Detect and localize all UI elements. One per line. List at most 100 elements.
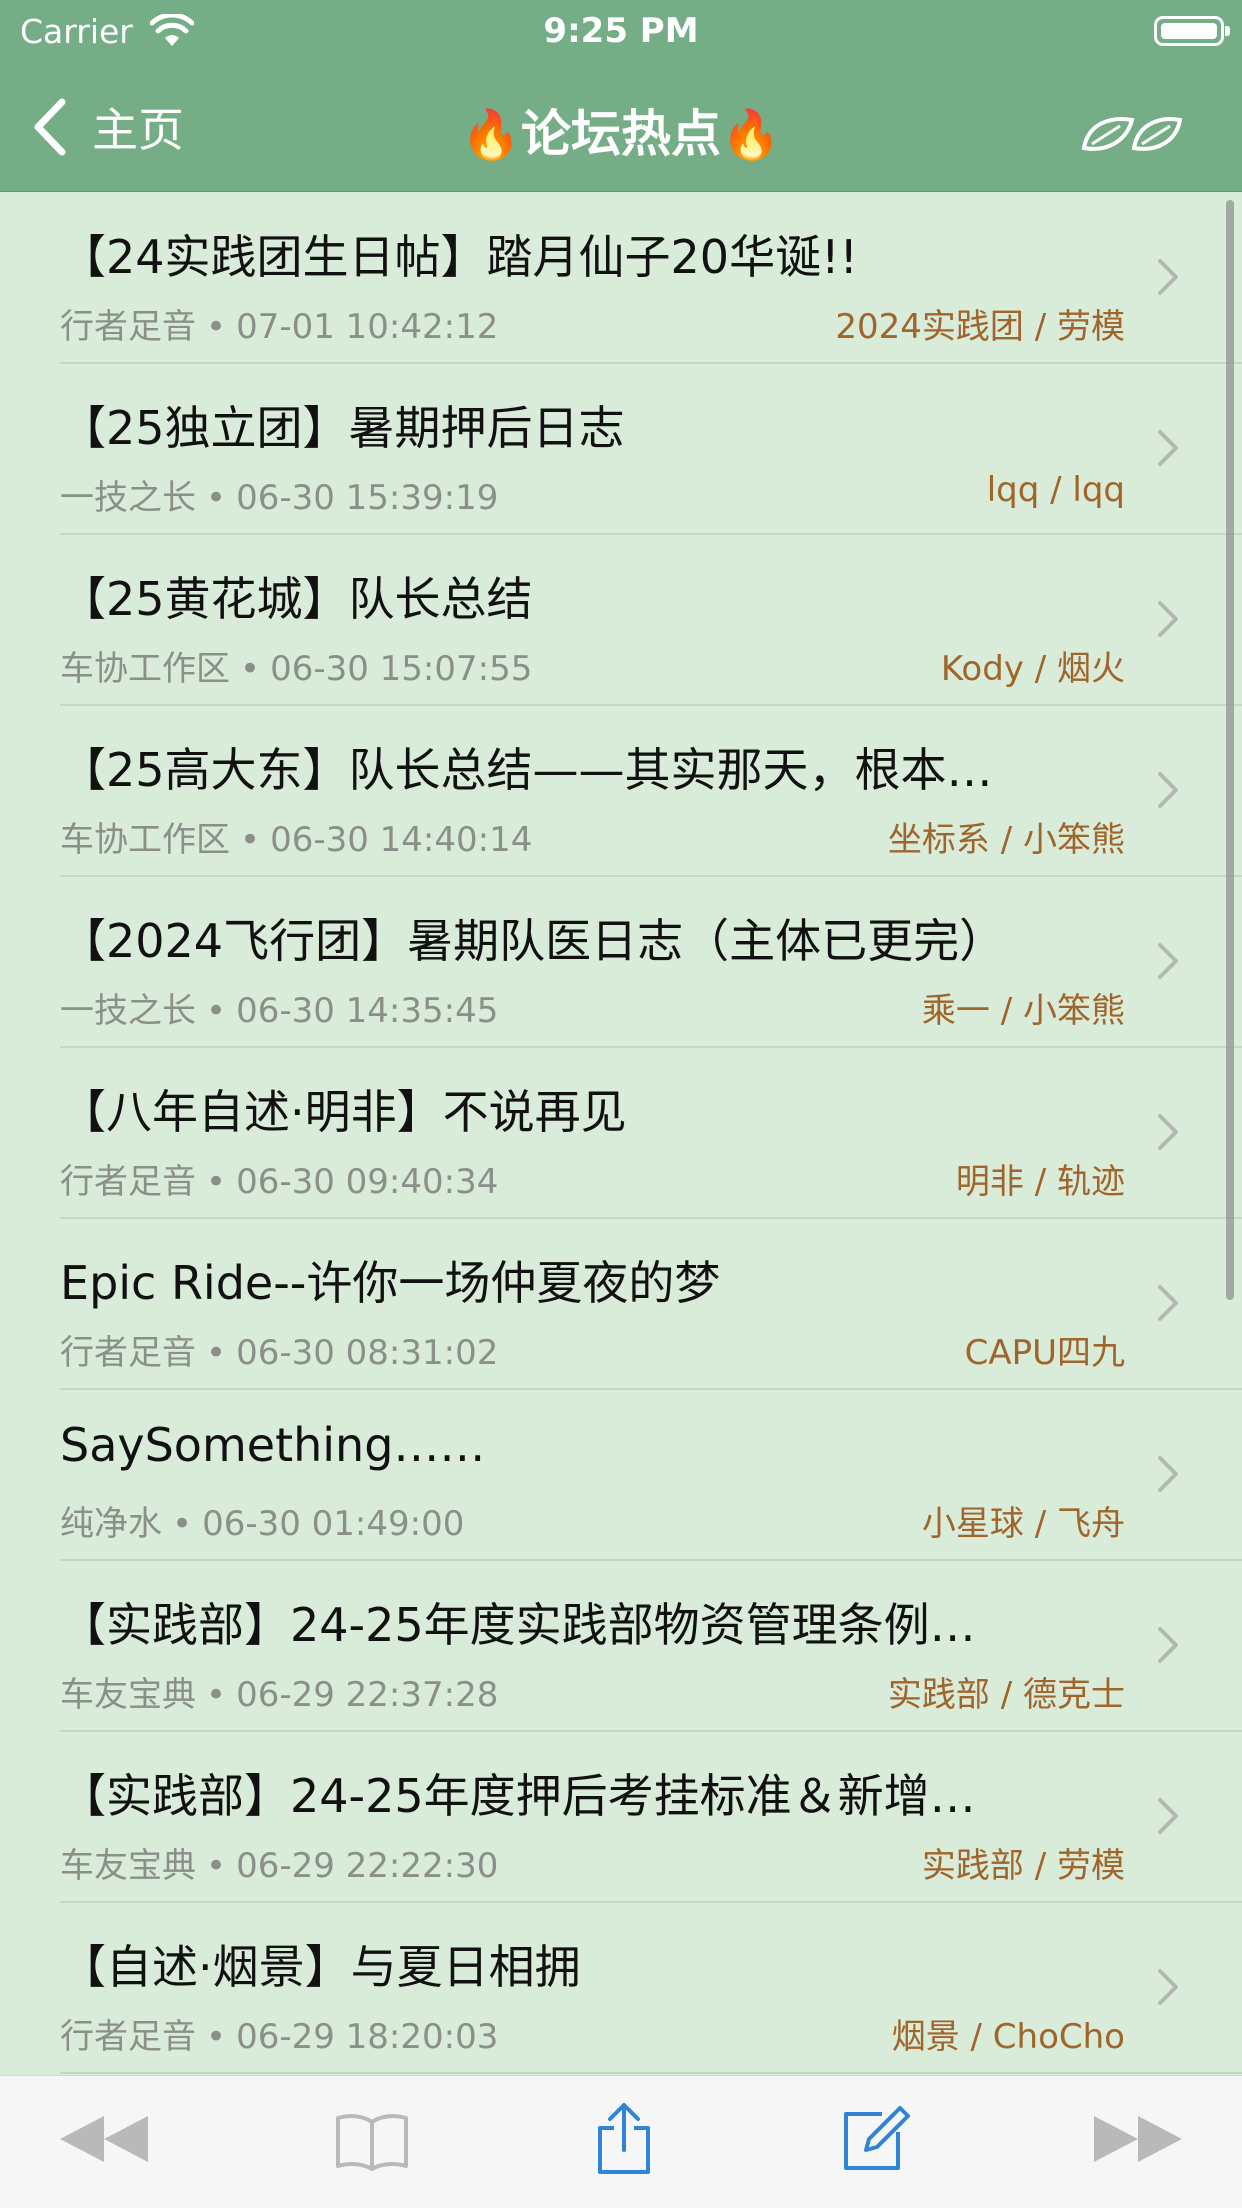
list-item[interactable]: 【实践部】24-25年度实践部物资管理条例… 车友宝典 • 06-29 22:37:2… (0, 1561, 1242, 1732)
list-item[interactable]: 【2024飞行团】暑期队医日志（主体已更完） 一技之长 • 06-30 14:35:4… (0, 877, 1242, 1048)
topic-title: Epic Ride--许你一场仲夏夜的梦 (60, 1256, 721, 1310)
topic-title: 【24实践团生日帖】踏月仙子20华诞!! (60, 230, 858, 284)
page-title: 🔥论坛热点🔥 (0, 94, 1242, 166)
post-time: 06-30 08:31:02 (236, 1333, 499, 1373)
list-item[interactable]: Epic Ride--许你一场仲夏夜的梦行者足音 • 06-30 08:31:02 C… (0, 1219, 1242, 1390)
topic-meta: 车友宝典 • 06-29 22:22:30 (60, 1838, 498, 1887)
topic-title: 【自述·烟景】与夏日相拥 (60, 1940, 581, 1994)
book-icon (336, 2114, 408, 2171)
chevron-right-icon (1158, 1456, 1178, 1492)
chevron-right-icon (1158, 430, 1178, 466)
post-time: 06-30 09:40:34 (236, 1162, 499, 1202)
board-name: 车友宝典 (60, 1675, 196, 1715)
scrollbar[interactable] (1226, 200, 1234, 1300)
author-label: 坐标系 / 小笨熊 (887, 820, 1125, 860)
author-label: 实践部 / 德克士 (887, 1675, 1125, 1715)
rewind-button[interactable] (58, 2114, 150, 2164)
share-icon (598, 2103, 650, 2174)
board-name: 行者足音 (60, 307, 196, 347)
bottom-toolbar (0, 2075, 1242, 2208)
separator-dot: • (240, 649, 261, 689)
topic-title: 【实践部】24-25年度实践部物资管理条例… (60, 1598, 976, 1652)
post-time: 07-01 10:42:12 (236, 307, 499, 347)
post-time: 06-30 15:39:19 (236, 478, 499, 518)
board-name: 车协工作区 (60, 649, 230, 689)
battery-icon (1154, 16, 1230, 46)
chevron-right-icon (1158, 1798, 1178, 1834)
chevron-right-icon (1158, 772, 1178, 808)
board-name: 一技之长 (60, 478, 196, 518)
post-time: 06-29 22:37:28 (236, 1675, 499, 1715)
separator-dot: • (206, 991, 227, 1031)
separator-dot: • (206, 478, 227, 518)
separator-dot: • (206, 1333, 227, 1373)
list-item[interactable]: 【24实践团生日帖】踏月仙子20华诞!! 行者足音 • 07-01 10:42:12 2… (0, 193, 1242, 364)
author-label: 乘一 / 小笨熊 (921, 991, 1125, 1031)
chevron-right-icon (1158, 1969, 1178, 2005)
author-label: 小星球 / 飞舟 (921, 1504, 1125, 1544)
fire-icon: 🔥 (721, 107, 781, 163)
list-item[interactable]: 【25高大东】队长总结——其实那天，根本… 车协工作区 • 06-30 14:40:1… (0, 706, 1242, 877)
topic-meta: 车协工作区 • 06-30 14:40:14 (60, 812, 532, 861)
author-label: 烟景 / ChoCho (891, 2017, 1125, 2057)
board-name: 行者足音 (60, 1333, 196, 1373)
list-item[interactable]: 【自述·烟景】与夏日相拥行者足音 • 06-29 18:20:03 烟景 / ChoC… (0, 1903, 1242, 2074)
list-item[interactable]: 【八年自述·明非】不说再见行者足音 • 06-30 09:40:34 明非 / 轨迹 (0, 1048, 1242, 1219)
clock: 9:25 PM (543, 11, 699, 51)
list-item[interactable]: SaySomething…… 纯净水 • 06-30 01:49:00 小星球 / 飞舟 (0, 1390, 1242, 1561)
share-button[interactable] (594, 2102, 654, 2176)
board-name: 纯净水 (60, 1504, 162, 1544)
topic-meta: 行者足音 • 07-01 10:42:12 (60, 299, 498, 348)
topic-meta: 纯净水 • 06-30 01:49:00 (60, 1496, 464, 1545)
separator-dot: • (240, 820, 261, 860)
list-item[interactable]: 【25黄花城】队长总结车协工作区 • 06-30 15:07:55 Kody / 烟火 (0, 535, 1242, 706)
chevron-right-icon (1158, 259, 1178, 295)
board-name: 车友宝典 (60, 1846, 196, 1886)
post-time: 06-30 15:07:55 (270, 649, 533, 689)
chevron-right-icon (1158, 1114, 1178, 1150)
topic-title: 【25高大东】队长总结——其实那天，根本… (60, 743, 993, 797)
post-time: 06-30 14:40:14 (270, 820, 533, 860)
separator-dot: • (206, 2017, 227, 2057)
page-title-text: 论坛热点 (521, 105, 721, 163)
author-label: 明非 / 轨迹 (955, 1162, 1125, 1202)
post-time: 06-29 22:22:30 (236, 1846, 499, 1886)
author-label: Kody / 烟火 (940, 649, 1125, 689)
separator-dot: • (206, 307, 227, 347)
author-label: CAPU四九 (964, 1333, 1125, 1373)
status-bar: Carrier 9:25 PM (0, 0, 1242, 60)
topic-list[interactable]: 【24实践团生日帖】踏月仙子20华诞!! 行者足音 • 07-01 10:42:12 2… (0, 193, 1242, 2075)
board-name: 车协工作区 (60, 820, 230, 860)
leaves-icon[interactable] (1080, 108, 1184, 158)
list-item[interactable]: 【25独立团】暑期押后日志 一技之长 • 06-30 15:39:19 lqq / lq… (0, 364, 1242, 535)
board-name: 行者足音 (60, 2017, 196, 2057)
topic-meta: 一技之长 • 06-30 14:35:45 (60, 983, 498, 1032)
rewind-icon (60, 2116, 148, 2162)
topic-title: 【25黄花城】队长总结 (60, 572, 533, 626)
board-name: 行者足音 (60, 1162, 196, 1202)
post-time: 06-30 01:49:00 (202, 1504, 465, 1544)
compose-icon (844, 2106, 910, 2170)
author-label: 2024实践团 / 劳模 (835, 307, 1125, 347)
bookmarks-button[interactable] (334, 2112, 410, 2172)
fast-forward-icon (1094, 2116, 1182, 2162)
compose-button[interactable] (842, 2102, 910, 2172)
topic-title: SaySomething…… (60, 1418, 486, 1472)
chevron-right-icon (1158, 1285, 1178, 1321)
post-time: 06-29 18:20:03 (236, 2017, 499, 2057)
author-label: lqq / lqq (986, 470, 1125, 510)
fast-forward-button[interactable] (1092, 2114, 1184, 2164)
chevron-right-icon (1158, 943, 1178, 979)
board-name: 一技之长 (60, 991, 196, 1031)
topic-meta: 一技之长 • 06-30 15:39:19 (60, 470, 498, 519)
separator-dot: • (206, 1162, 227, 1202)
list-item[interactable]: 【实践部】24-25年度押后考挂标准＆新增… 车友宝典 • 06-29 22:22:3… (0, 1732, 1242, 1903)
row-divider (60, 2072, 1242, 2074)
topic-meta: 车协工作区 • 06-30 15:07:55 (60, 641, 532, 690)
separator-dot: • (206, 1846, 227, 1886)
topic-meta: 行者足音 • 06-30 09:40:34 (60, 1154, 498, 1203)
separator-dot: • (172, 1504, 193, 1544)
chevron-right-icon (1158, 601, 1178, 637)
topic-title: 【八年自述·明非】不说再见 (60, 1085, 627, 1139)
author-label: 实践部 / 劳模 (921, 1846, 1125, 1886)
